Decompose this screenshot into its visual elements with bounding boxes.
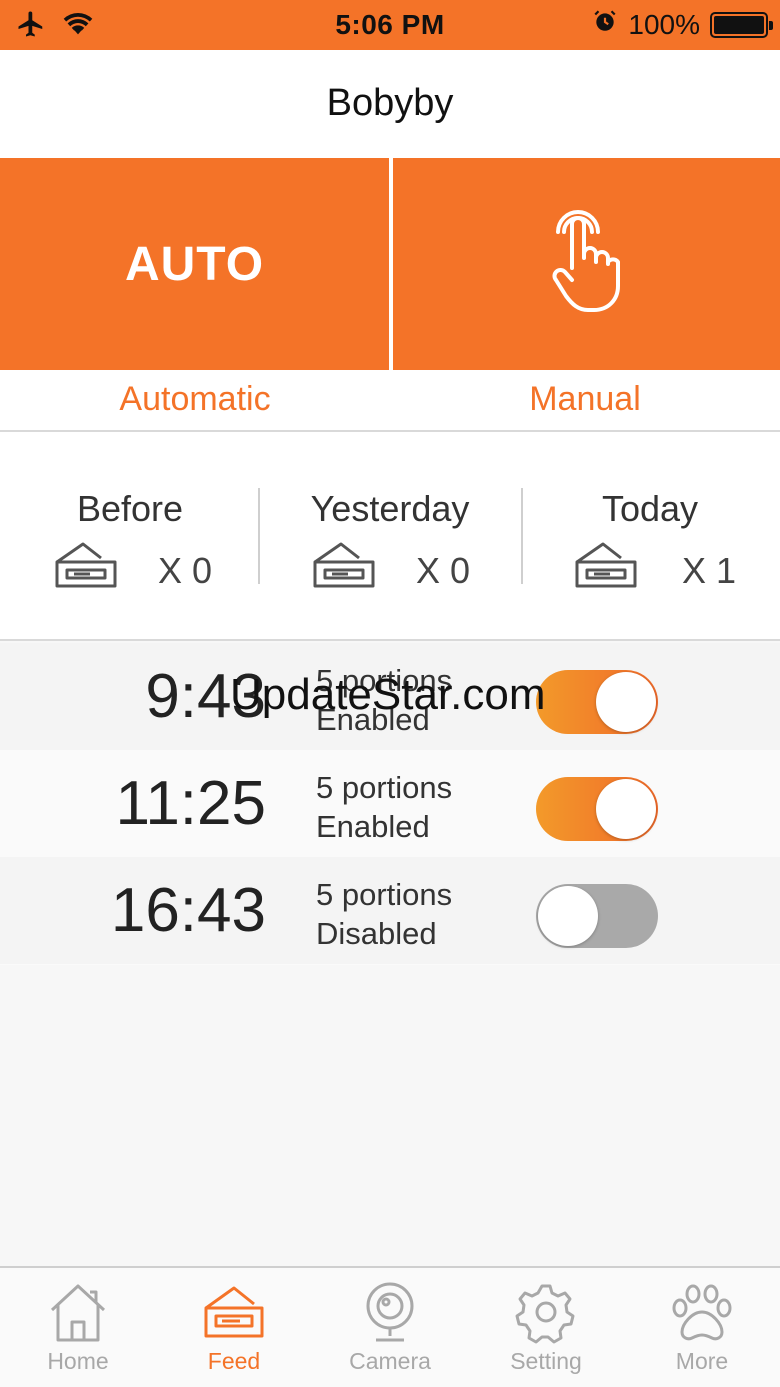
stat-label: Yesterday — [310, 488, 470, 529]
toggle-knob — [596, 779, 656, 839]
stat-label: Before — [76, 488, 184, 529]
schedule-portions: 5 portions — [316, 770, 453, 805]
battery-percent: 100% — [628, 8, 700, 40]
tab-camera[interactable]: Camera — [312, 1282, 468, 1375]
mode-labels: Automatic Manual — [0, 370, 780, 432]
schedule-portions: 5 portions — [316, 877, 453, 912]
schedule-toggle[interactable] — [536, 884, 658, 948]
tab-label: Setting — [510, 1348, 582, 1374]
tab-label: Camera — [349, 1348, 431, 1374]
stat-count: X 0 — [416, 550, 471, 591]
nav-title: Bobyby — [0, 50, 780, 156]
manual-label[interactable]: Manual — [390, 380, 780, 419]
battery-icon — [710, 11, 773, 38]
auto-mode-button[interactable]: AUTO — [0, 158, 389, 370]
stat-count: X 1 — [682, 550, 737, 591]
tab-label: Feed — [207, 1348, 261, 1374]
schedule-status: Enabled — [316, 809, 430, 844]
tab-feed[interactable]: Feed — [156, 1282, 312, 1375]
stat-yesterday: Yesterday X 0 — [260, 488, 520, 598]
gear-icon — [468, 1282, 624, 1344]
schedule-info: 5 portions Disabled — [316, 875, 452, 953]
feeder-icon — [156, 1282, 312, 1344]
status-bar: 5:06 PM 100% — [0, 0, 780, 50]
tab-label: Home — [47, 1348, 109, 1374]
schedule-time: 16:43 — [110, 876, 266, 945]
house-icon — [0, 1282, 156, 1344]
watermark: UpdateStar.com — [230, 670, 546, 719]
automatic-label[interactable]: Automatic — [0, 380, 390, 419]
auto-tile-text: AUTO — [124, 237, 265, 291]
hand-pointer-icon — [550, 209, 624, 319]
tab-setting[interactable]: Setting — [468, 1282, 624, 1375]
schedule-toggle[interactable] — [536, 670, 658, 734]
tab-home[interactable]: Home — [0, 1282, 156, 1375]
camera-icon — [312, 1282, 468, 1344]
toggle-knob — [596, 672, 656, 732]
schedule-status: Disabled — [316, 916, 437, 951]
toggle-knob — [538, 886, 598, 946]
schedule-info: 5 portions Enabled — [316, 768, 452, 846]
stat-before: Before X 0 — [0, 488, 260, 598]
schedule-toggle[interactable] — [536, 777, 658, 841]
schedule-row[interactable]: 16:43 5 portions Disabled — [0, 857, 780, 964]
stat-label: Today — [601, 488, 699, 529]
tab-bar: Home Feed Camera Setting More — [0, 1266, 780, 1387]
tab-more[interactable]: More — [624, 1282, 780, 1375]
tab-label: More — [675, 1348, 729, 1374]
stat-today: Today X 1 — [520, 488, 780, 598]
alarm-icon — [592, 8, 618, 41]
manual-mode-button[interactable] — [393, 158, 780, 370]
paw-icon — [624, 1282, 780, 1344]
stat-count: X 0 — [158, 550, 213, 591]
mode-tiles: AUTO — [0, 156, 780, 370]
schedule-row[interactable]: 11:25 5 portions Enabled — [0, 750, 780, 857]
schedule-time: 11:25 — [115, 769, 266, 838]
feeding-stats: Before X 0 Yesterday X 0 Today X 1 — [0, 432, 780, 641]
